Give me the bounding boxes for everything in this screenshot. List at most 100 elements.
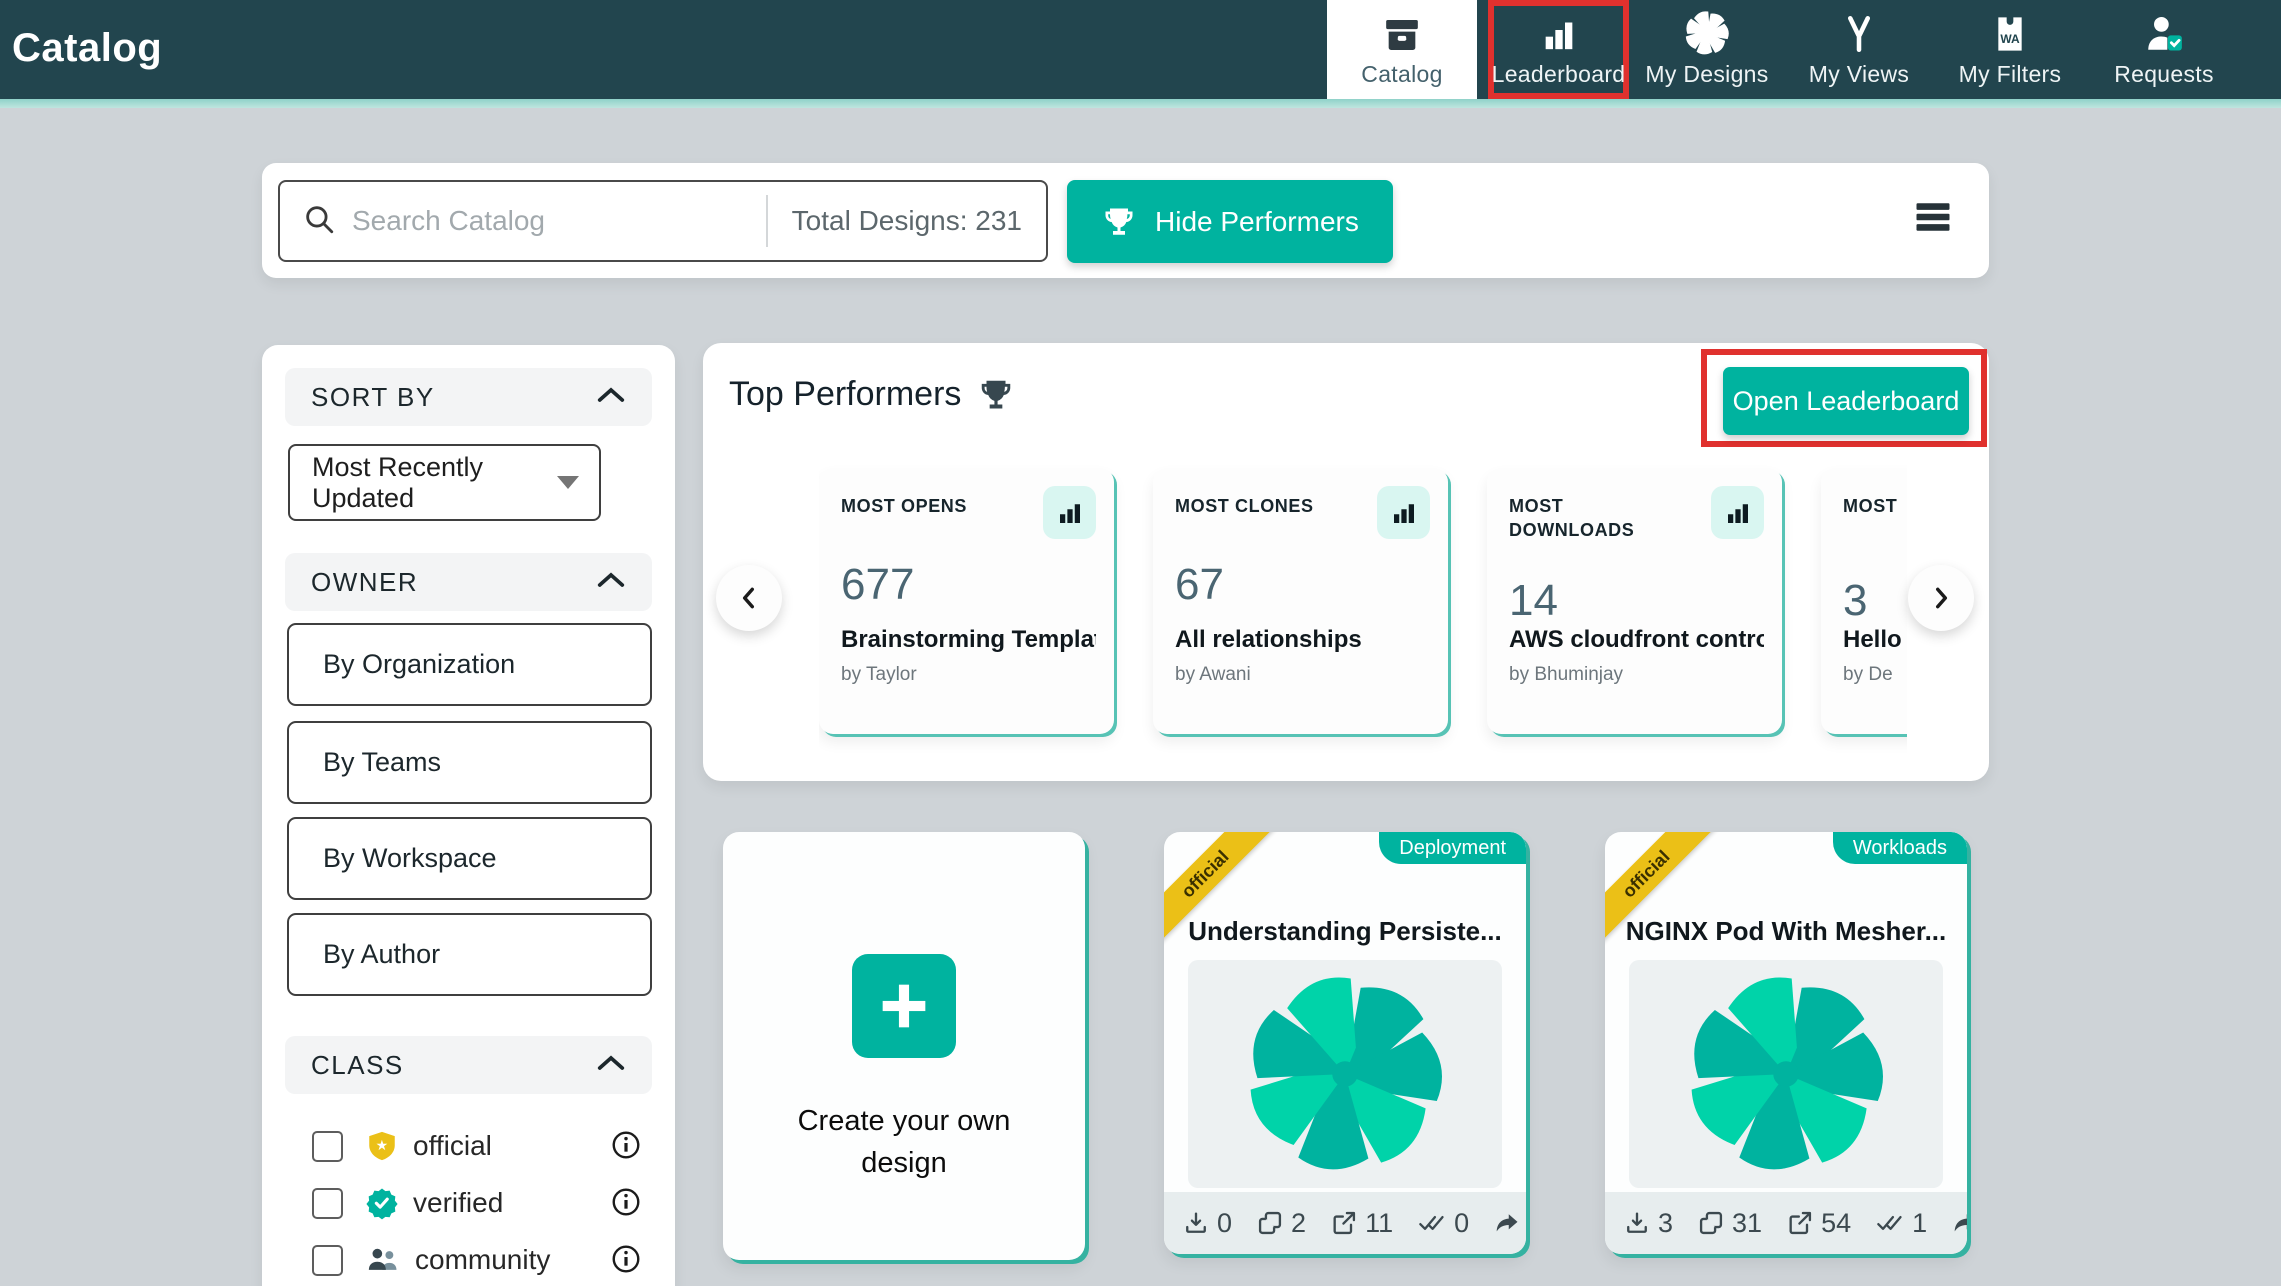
clones-stat: 31 bbox=[1697, 1208, 1762, 1239]
performer-card-most-opens[interactable]: MOST OPENS 677 Brainstorming Template by… bbox=[819, 468, 1114, 734]
meshery-logo bbox=[1247, 976, 1443, 1172]
opens-stat: 54 bbox=[1786, 1208, 1851, 1239]
checks-count: 1 bbox=[1912, 1208, 1927, 1239]
community-info-icon[interactable] bbox=[610, 1243, 642, 1275]
hide-performers-label: Hide Performers bbox=[1155, 206, 1359, 238]
checks-stat: 1 bbox=[1875, 1208, 1927, 1239]
page-title: Catalog bbox=[12, 26, 162, 71]
performer-card-most-clones[interactable]: MOST CLONES 67 All relationships by Awan… bbox=[1153, 468, 1448, 734]
shares-stat: 0 bbox=[1951, 1208, 1967, 1239]
downloads-stat: 0 bbox=[1182, 1208, 1232, 1239]
search-box: Total Designs: 231 bbox=[278, 180, 1048, 262]
svg-text:★: ★ bbox=[376, 1138, 389, 1154]
design-stats-footer: 3 31 54 1 bbox=[1605, 1192, 1967, 1254]
search-divider bbox=[766, 195, 768, 247]
filter-by-teams-button[interactable]: By Teams bbox=[287, 721, 652, 804]
catalog-page: Catalog Catalog Lead bbox=[0, 0, 2281, 1286]
type-badge-deployment: Deployment bbox=[1379, 832, 1526, 864]
performer-value: 3 bbox=[1843, 576, 1867, 626]
create-design-card[interactable]: Create your own design bbox=[723, 832, 1085, 1260]
design-thumbnail bbox=[1629, 960, 1943, 1188]
filter-by-author-button[interactable]: By Author bbox=[287, 913, 652, 996]
chevron-right-icon bbox=[1928, 585, 1954, 611]
verified-badge-icon bbox=[365, 1186, 399, 1220]
header-accent-strip bbox=[0, 99, 2281, 108]
design-card-understanding-persistent[interactable]: official Deployment Understanding Persis… bbox=[1164, 832, 1526, 1254]
verified-info-icon[interactable] bbox=[610, 1186, 642, 1218]
bar-chart-icon bbox=[1377, 486, 1430, 539]
performer-design-name: Brainstorming Template bbox=[841, 626, 1096, 654]
filter-by-workspace-button[interactable]: By Workspace bbox=[287, 817, 652, 900]
share-icon bbox=[1951, 1209, 1967, 1237]
performer-value: 67 bbox=[1175, 560, 1224, 610]
list-view-icon[interactable] bbox=[1911, 195, 1955, 239]
shares-stat: 0 bbox=[1493, 1208, 1526, 1239]
owner-section-header[interactable]: OWNER bbox=[285, 553, 652, 611]
owner-label: OWNER bbox=[311, 567, 418, 598]
carousel-next-button[interactable] bbox=[1908, 565, 1974, 631]
search-input[interactable] bbox=[352, 205, 762, 237]
trophy-icon bbox=[1101, 204, 1137, 240]
tab-leaderboard[interactable]: Leaderboard bbox=[1488, 0, 1629, 99]
downloads-count: 3 bbox=[1658, 1208, 1673, 1239]
class-option-community: community bbox=[312, 1237, 642, 1283]
official-info-icon[interactable] bbox=[610, 1129, 642, 1161]
performer-card-partial[interactable]: MOST 3 Hello by De bbox=[1821, 468, 1907, 734]
bar-chart-icon bbox=[1043, 486, 1096, 539]
performer-design-name: AWS cloudfront controller bbox=[1509, 626, 1764, 654]
sort-by-section-header[interactable]: SORT BY bbox=[285, 368, 652, 426]
top-performers-panel: Top Performers Open Leaderboard MOST OPE… bbox=[703, 343, 1989, 781]
wasm-filter-icon: WA bbox=[1990, 11, 2030, 55]
performer-design-name: All relationships bbox=[1175, 626, 1430, 654]
verified-checkbox[interactable] bbox=[312, 1188, 343, 1219]
chevron-up-icon bbox=[596, 1053, 626, 1078]
community-people-icon bbox=[365, 1243, 401, 1277]
caret-down-icon bbox=[557, 476, 579, 489]
performer-author: by Bhuminjay bbox=[1509, 664, 1623, 686]
create-design-label: Create your own design bbox=[723, 1100, 1085, 1184]
performer-value: 14 bbox=[1509, 576, 1558, 626]
verified-label: verified bbox=[413, 1187, 503, 1219]
tab-requests[interactable]: Requests bbox=[2089, 0, 2239, 99]
archive-icon bbox=[1381, 11, 1423, 55]
double-check-icon bbox=[1875, 1209, 1905, 1237]
tab-my-designs[interactable]: My Designs bbox=[1633, 0, 1781, 99]
performers-carousel: MOST OPENS 677 Brainstorming Template by… bbox=[819, 461, 1907, 761]
design-stats-footer: 0 2 11 0 bbox=[1164, 1192, 1526, 1254]
tab-catalog[interactable]: Catalog bbox=[1327, 0, 1477, 99]
chevron-up-icon bbox=[596, 385, 626, 410]
download-icon bbox=[1623, 1209, 1651, 1237]
clones-count: 2 bbox=[1291, 1208, 1306, 1239]
open-in-new-icon bbox=[1786, 1209, 1814, 1237]
opens-count: 54 bbox=[1821, 1208, 1851, 1239]
checks-stat: 0 bbox=[1417, 1208, 1469, 1239]
performer-card-most-downloads[interactable]: MOST DOWNLOADS 14 AWS cloudfront control… bbox=[1487, 468, 1782, 734]
class-option-verified: verified bbox=[312, 1180, 642, 1226]
tab-my-filters[interactable]: WA My Filters bbox=[1935, 0, 2085, 99]
tab-my-views[interactable]: My Views bbox=[1784, 0, 1934, 99]
hide-performers-button[interactable]: Hide Performers bbox=[1067, 180, 1393, 263]
design-title: Understanding Persiste... bbox=[1184, 916, 1506, 947]
sort-select-dropdown[interactable]: Most Recently Updated bbox=[288, 444, 601, 521]
top-navbar: Catalog Catalog Lead bbox=[0, 0, 2281, 99]
downloads-stat: 3 bbox=[1623, 1208, 1673, 1239]
meshery-logo bbox=[1688, 976, 1884, 1172]
design-card-nginx-pod[interactable]: official Workloads NGINX Pod With Mesher… bbox=[1605, 832, 1967, 1254]
official-checkbox[interactable] bbox=[312, 1131, 343, 1162]
downloads-count: 0 bbox=[1217, 1208, 1232, 1239]
performer-category: MOST CLONES bbox=[1175, 494, 1360, 518]
filter-by-organization-button[interactable]: By Organization bbox=[287, 623, 652, 706]
class-option-official: ★ official bbox=[312, 1123, 642, 1169]
community-label: community bbox=[415, 1244, 550, 1276]
opens-count: 11 bbox=[1365, 1208, 1393, 1239]
bar-chart-icon bbox=[1538, 11, 1580, 55]
performer-author: by De bbox=[1843, 664, 1893, 686]
filter-sidebar: SORT BY Most Recently Updated OWNER By O… bbox=[262, 345, 675, 1286]
bar-chart-icon bbox=[1711, 486, 1764, 539]
class-section-header[interactable]: CLASS bbox=[285, 1036, 652, 1094]
performer-author: by Awani bbox=[1175, 664, 1251, 686]
open-leaderboard-button[interactable]: Open Leaderboard bbox=[1723, 367, 1969, 435]
community-checkbox[interactable] bbox=[312, 1245, 343, 1276]
carousel-prev-button[interactable] bbox=[716, 565, 782, 631]
share-icon bbox=[1493, 1209, 1521, 1237]
